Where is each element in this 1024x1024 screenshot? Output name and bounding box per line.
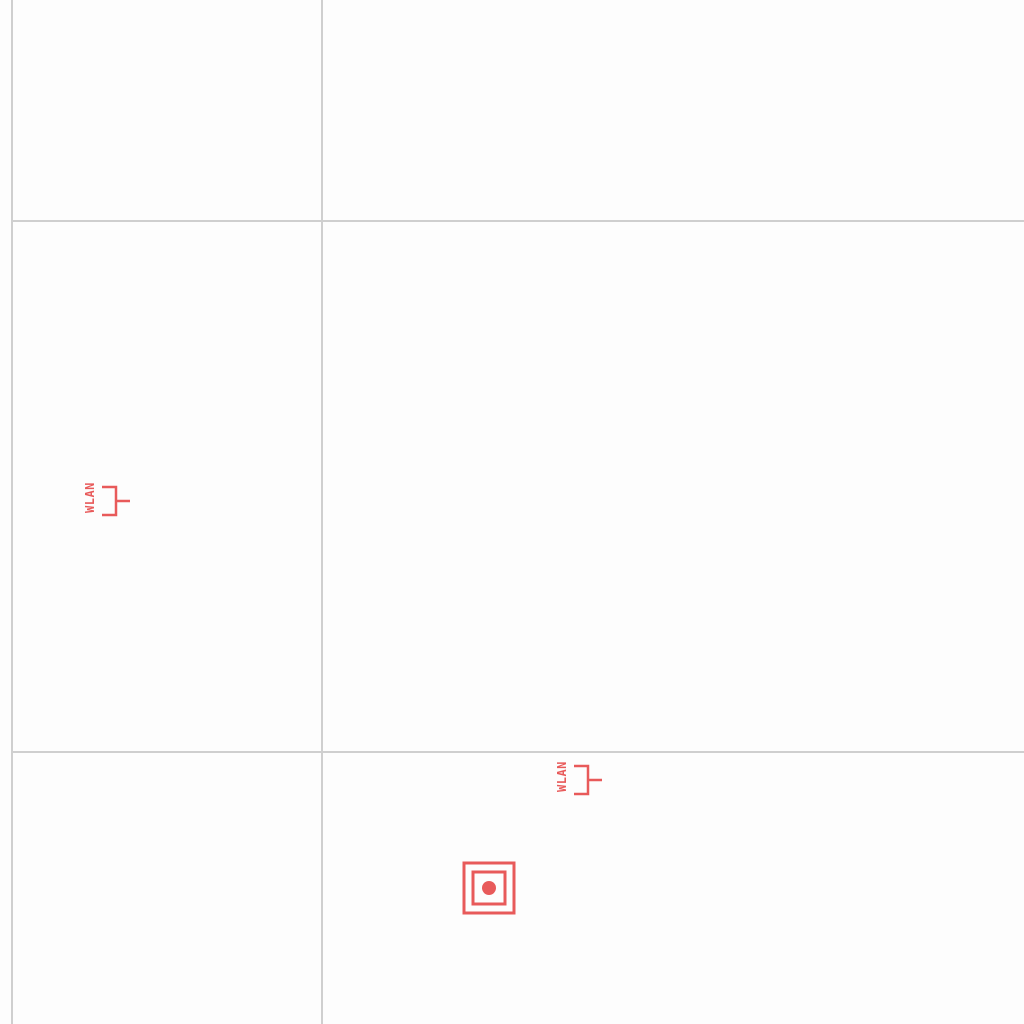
target-square-icon[interactable] [462, 861, 516, 915]
wall-bottom [11, 751, 1024, 753]
wall-top [11, 220, 1024, 222]
wlan-label: WLAN [555, 761, 569, 793]
wall-left [11, 0, 13, 1024]
wlan-outlet-2[interactable]: WLAN [548, 752, 608, 812]
wlan-outlet-1[interactable]: WLAN [76, 473, 136, 533]
wall-middle [321, 0, 323, 1024]
wlan-label: WLAN [83, 482, 97, 514]
floor-plan: WLAN WLAN [0, 0, 1024, 1024]
